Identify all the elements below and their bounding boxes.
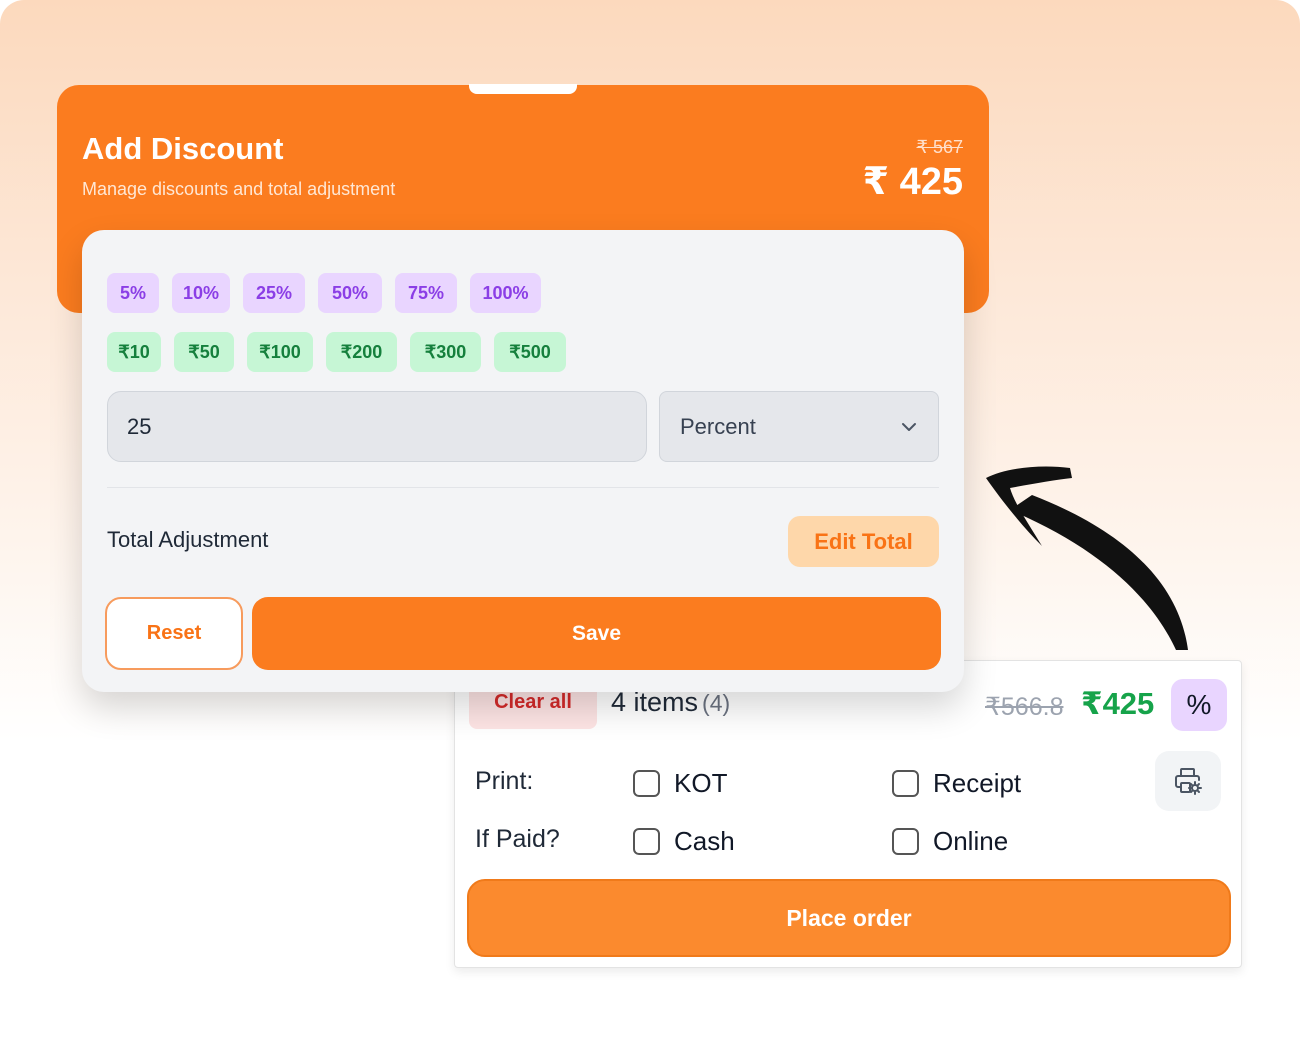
- cash-checkbox[interactable]: [633, 828, 660, 855]
- drag-handle[interactable]: [469, 84, 577, 94]
- save-button[interactable]: Save: [252, 597, 941, 670]
- original-price: ₹566.8: [985, 693, 1064, 721]
- final-price: ₹425: [1081, 686, 1155, 721]
- discount-value-input[interactable]: [107, 391, 647, 462]
- original-total: ₹ 567: [916, 137, 964, 157]
- online-checkbox-option[interactable]: Online: [892, 826, 1008, 857]
- curved-arrow-icon: [986, 466, 1188, 650]
- edit-total-button[interactable]: Edit Total: [788, 516, 939, 567]
- reset-button[interactable]: Reset: [105, 597, 243, 670]
- print-label: Print:: [475, 767, 534, 795]
- kot-checkbox[interactable]: [633, 770, 660, 797]
- receipt-checkbox-option[interactable]: Receipt: [892, 768, 1021, 799]
- preset-amount-500[interactable]: ₹500: [494, 332, 566, 372]
- preset-percent-100[interactable]: 100%: [470, 273, 541, 313]
- discount-type-value: Percent: [680, 413, 756, 439]
- kot-label: KOT: [674, 768, 728, 798]
- receipt-checkbox[interactable]: [892, 770, 919, 797]
- discount-panel: 5% 10% 25% 50% 75% 100% ₹10 ₹50 ₹100 ₹20…: [82, 230, 964, 692]
- modal-title: Add Discount: [82, 131, 284, 166]
- order-summary-panel: Clear all 4 items (4) ₹566.8 ₹425 % Print…: [454, 660, 1242, 968]
- online-label: Online: [933, 826, 1009, 856]
- online-checkbox[interactable]: [892, 828, 919, 855]
- printer-settings-button[interactable]: [1155, 751, 1221, 811]
- preset-amount-200[interactable]: ₹200: [326, 332, 397, 372]
- preset-amount-300[interactable]: ₹300: [410, 332, 481, 372]
- chevron-down-icon: [902, 423, 916, 431]
- items-count-badge: (4): [702, 690, 731, 716]
- discount-type-select[interactable]: Percent: [659, 391, 939, 462]
- if-paid-label: If Paid?: [475, 825, 560, 853]
- preset-percent-10[interactable]: 10%: [172, 273, 230, 313]
- preset-amount-100[interactable]: ₹100: [247, 332, 313, 372]
- cash-checkbox-option[interactable]: Cash: [633, 826, 735, 857]
- preset-amount-10[interactable]: ₹10: [107, 332, 161, 372]
- divider: [107, 487, 939, 488]
- preset-percent-75[interactable]: 75%: [395, 273, 457, 313]
- preset-percent-50[interactable]: 50%: [318, 273, 382, 313]
- modal-subtitle: Manage discounts and total adjustment: [82, 179, 396, 199]
- preset-amount-50[interactable]: ₹50: [174, 332, 234, 372]
- printer-settings-icon: [1175, 768, 1202, 795]
- preset-percent-5[interactable]: 5%: [107, 273, 159, 313]
- discounted-total: ₹ 425: [862, 161, 963, 203]
- preset-percent-25[interactable]: 25%: [243, 273, 305, 313]
- place-order-button[interactable]: Place order: [467, 879, 1231, 957]
- total-adjustment-label: Total Adjustment: [107, 527, 269, 552]
- cash-label: Cash: [674, 826, 735, 856]
- kot-checkbox-option[interactable]: KOT: [633, 768, 727, 799]
- receipt-label: Receipt: [933, 768, 1022, 798]
- discount-button[interactable]: %: [1171, 679, 1227, 731]
